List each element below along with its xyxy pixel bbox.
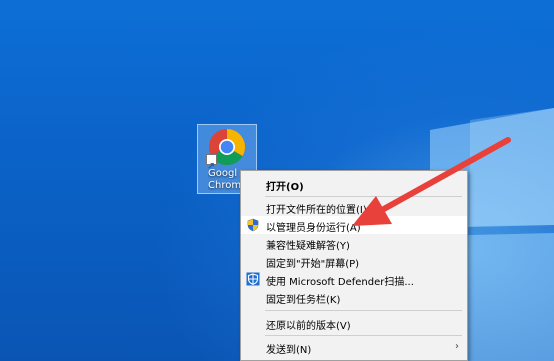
menu-item-open[interactable]: 打开(O) <box>241 175 467 193</box>
menu-item-label: 固定到"开始"屏幕(P) <box>266 259 360 270</box>
menu-item-label: 使用 Microsoft Defender扫描... <box>266 277 414 288</box>
menu-item-open-file-location[interactable]: 打开文件所在的位置(I) <box>241 198 467 216</box>
menu-item-label: 还原以前的版本(V) <box>266 321 351 332</box>
menu-item-label: 打开(O) <box>266 182 304 193</box>
menu-item-compatibility-troubleshoot[interactable]: 兼容性疑难解答(Y) <box>241 234 467 252</box>
menu-separator <box>265 196 462 197</box>
menu-separator <box>265 310 462 311</box>
menu-item-send-to[interactable]: 发送到(N) › <box>241 338 467 356</box>
menu-item-run-as-admin[interactable]: 以管理员身份运行(A) <box>241 216 467 234</box>
menu-separator <box>265 335 462 336</box>
menu-item-label: 固定到任务栏(K) <box>266 295 341 306</box>
menu-item-label: 打开文件所在的位置(I) <box>266 205 367 216</box>
defender-shield-icon <box>246 272 260 286</box>
menu-item-label: 发送到(N) <box>266 345 312 356</box>
context-menu: 打开(O) 打开文件所在的位置(I) 以管理员身份运行(A) 兼容性疑难解答(Y… <box>240 170 468 361</box>
uac-shield-icon <box>247 218 259 232</box>
menu-item-pin-to-start[interactable]: 固定到"开始"屏幕(P) <box>241 252 467 270</box>
menu-item-label: 以管理员身份运行(A) <box>266 223 361 234</box>
menu-item-pin-to-taskbar[interactable]: 固定到任务栏(K) <box>241 288 467 306</box>
shortcut-arrow-icon <box>206 154 217 169</box>
menu-item-defender-scan[interactable]: 使用 Microsoft Defender扫描... <box>241 270 467 288</box>
menu-item-restore-previous-versions[interactable]: 还原以前的版本(V) <box>241 314 467 332</box>
chevron-right-icon: › <box>455 341 459 352</box>
menu-item-label: 兼容性疑难解答(Y) <box>266 241 350 252</box>
